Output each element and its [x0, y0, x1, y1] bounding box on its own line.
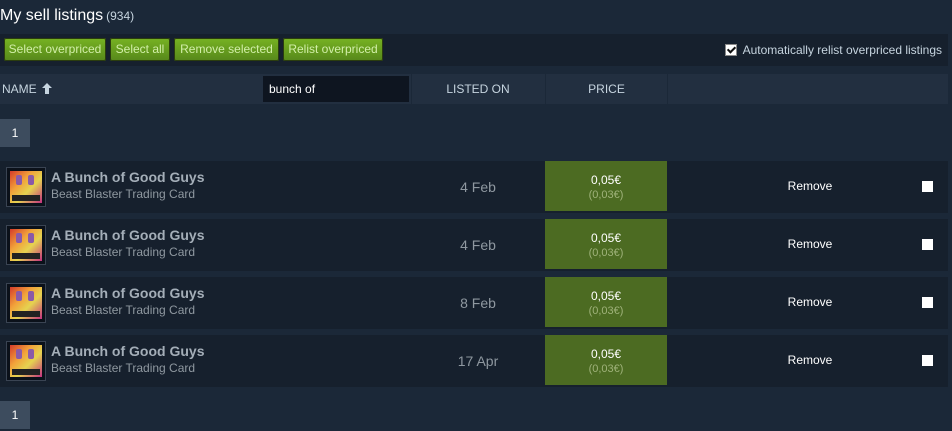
name-column-header[interactable]: NAME — [2, 74, 53, 104]
buyer-price: 0,05€ — [590, 173, 622, 187]
listed-on-column-header: LISTED ON — [446, 82, 510, 96]
row-select-checkbox[interactable] — [922, 297, 933, 308]
table-row: A Bunch of Good Guys Beast Blaster Tradi… — [0, 161, 948, 213]
item-thumbnail[interactable] — [6, 341, 46, 381]
remove-button[interactable]: Remove — [770, 237, 850, 251]
card-art-image — [10, 171, 42, 203]
item-game: Beast Blaster Trading Card — [51, 245, 196, 259]
remove-button[interactable]: Remove — [770, 179, 850, 193]
item-name[interactable]: A Bunch of Good Guys — [51, 343, 204, 359]
listed-on-date: 17 Apr — [457, 353, 499, 369]
column-divider — [667, 74, 668, 104]
page-title: My sell listings (934) — [0, 7, 134, 25]
seller-receives-price: (0,03€) — [588, 189, 624, 201]
item-name[interactable]: A Bunch of Good Guys — [51, 227, 204, 243]
auto-relist-checkbox[interactable] — [724, 44, 737, 56]
name-column-label: NAME — [2, 82, 37, 96]
item-name[interactable]: A Bunch of Good Guys — [51, 285, 204, 301]
seller-receives-price: (0,03€) — [588, 247, 624, 259]
row-select-checkbox[interactable] — [922, 181, 933, 192]
price-cell: 0,05€ (0,03€) — [545, 335, 667, 385]
item-name[interactable]: A Bunch of Good Guys — [51, 169, 204, 185]
remove-button[interactable]: Remove — [770, 295, 850, 309]
price-cell: 0,05€ (0,03€) — [545, 161, 667, 211]
remove-selected-button[interactable]: Remove selected — [174, 38, 279, 61]
row-select-checkbox[interactable] — [922, 239, 933, 250]
item-game: Beast Blaster Trading Card — [51, 361, 196, 375]
item-thumbnail[interactable] — [6, 225, 46, 265]
item-thumbnail[interactable] — [6, 167, 46, 207]
listed-on-date: 8 Feb — [460, 295, 496, 311]
remove-button[interactable]: Remove — [770, 353, 850, 367]
seller-receives-price: (0,03€) — [588, 305, 624, 317]
card-art-image — [10, 229, 42, 261]
toolbar: Select overpriced Select all Remove sele… — [0, 34, 948, 66]
buyer-price: 0,05€ — [590, 289, 622, 303]
price-cell: 0,05€ (0,03€) — [545, 219, 667, 269]
price-column-header: PRICE — [588, 82, 625, 96]
arrow-up-icon — [42, 83, 53, 94]
table-row: A Bunch of Good Guys Beast Blaster Tradi… — [0, 335, 948, 387]
card-art-image — [10, 287, 42, 319]
select-all-button[interactable]: Select all — [110, 38, 170, 61]
table-row: A Bunch of Good Guys Beast Blaster Tradi… — [0, 277, 948, 329]
auto-relist-label: Automatically relist overpriced listings — [742, 43, 942, 57]
table-row: A Bunch of Good Guys Beast Blaster Tradi… — [0, 219, 948, 271]
page-title-text: My sell listings — [0, 7, 104, 24]
listed-on-date: 4 Feb — [460, 179, 496, 195]
pagination-page-button[interactable]: 1 — [0, 401, 30, 429]
search-input[interactable]: bunch of — [263, 76, 409, 102]
auto-relist-option[interactable]: Automatically relist overpriced listings — [724, 43, 942, 57]
row-select-checkbox[interactable] — [922, 355, 933, 366]
select-overpriced-button[interactable]: Select overpriced — [4, 38, 106, 61]
listed-on-date: 4 Feb — [460, 237, 496, 253]
item-game: Beast Blaster Trading Card — [51, 187, 196, 201]
buyer-price: 0,05€ — [590, 347, 622, 361]
relist-overpriced-button[interactable]: Relist overpriced — [283, 38, 383, 61]
seller-receives-price: (0,03€) — [588, 363, 624, 375]
pagination-page-button[interactable]: 1 — [0, 119, 30, 147]
listing-count: (934) — [106, 9, 135, 23]
table-header: NAME bunch of LISTED ON PRICE — [0, 74, 948, 104]
price-cell: 0,05€ (0,03€) — [545, 277, 667, 327]
buyer-price: 0,05€ — [590, 231, 622, 245]
item-thumbnail[interactable] — [6, 283, 46, 323]
card-art-image — [10, 345, 42, 377]
item-game: Beast Blaster Trading Card — [51, 303, 196, 317]
